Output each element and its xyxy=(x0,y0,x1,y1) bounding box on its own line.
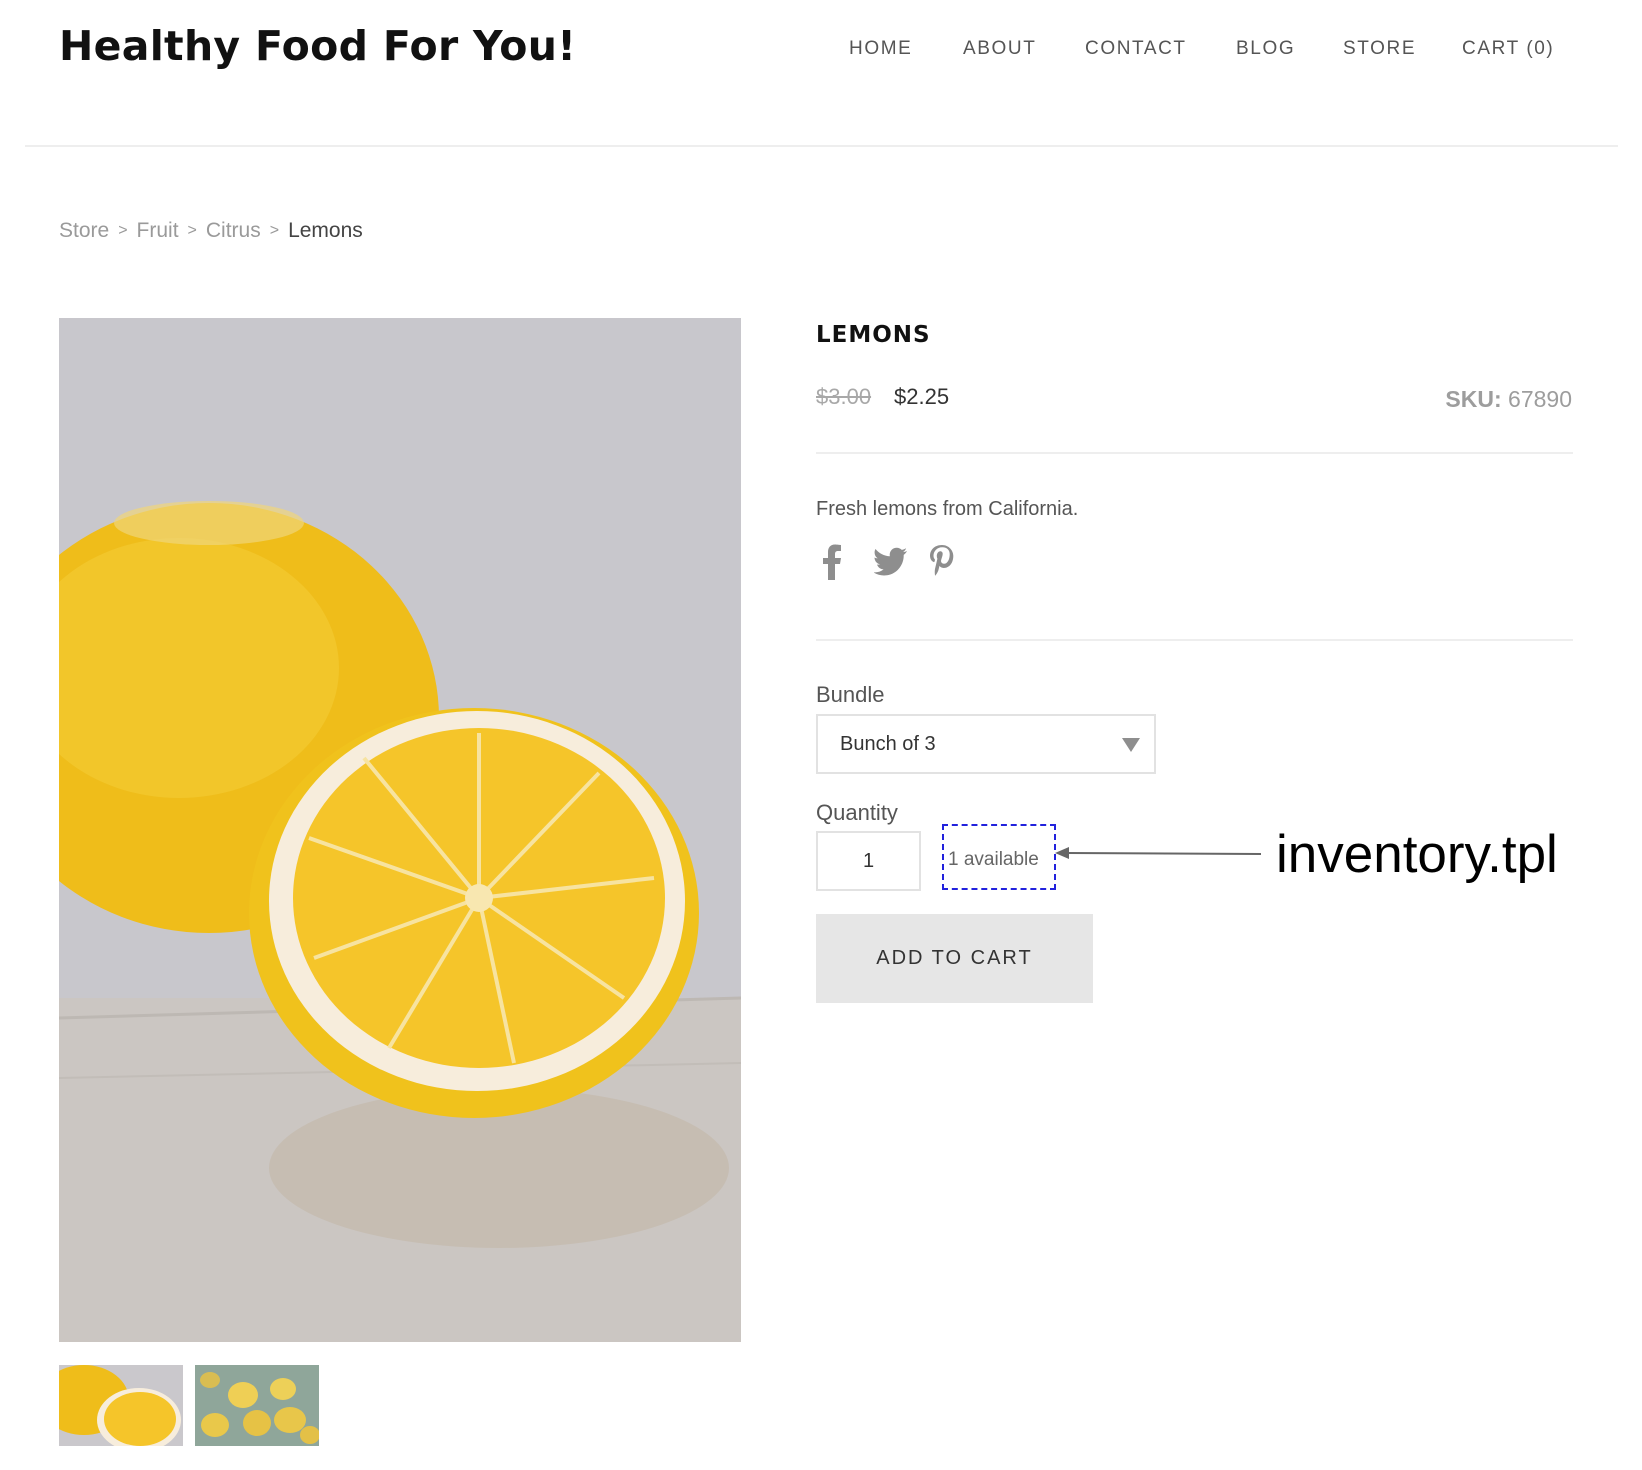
sku-value: 67890 xyxy=(1508,386,1572,412)
nav-store-link[interactable]: STORE xyxy=(1343,38,1416,60)
breadcrumb-fruit-link[interactable]: Fruit xyxy=(137,219,179,242)
product-title: LEMONS xyxy=(816,322,931,348)
breadcrumb: Store > Fruit > Citrus > Lemons xyxy=(59,219,363,243)
nav-blog-link[interactable]: BLOG xyxy=(1236,38,1295,60)
header-divider xyxy=(25,145,1618,147)
bundle-select[interactable]: Bunch of 3 xyxy=(816,714,1156,774)
chevron-down-icon xyxy=(1122,738,1140,757)
sku: SKU: 67890 xyxy=(1445,386,1572,413)
product-thumbnail-lemons[interactable] xyxy=(59,1365,183,1446)
sale-price: $2.25 xyxy=(894,384,950,409)
product-description: Fresh lemons from California. xyxy=(816,498,1079,520)
pinterest-icon[interactable] xyxy=(928,544,956,587)
nav-cart-link[interactable]: CART (0) xyxy=(1462,38,1554,60)
nav-home-link[interactable]: HOME xyxy=(849,38,912,60)
site-title[interactable]: Healthy Food For You! xyxy=(59,22,576,70)
lemons-thumbnail-illustration xyxy=(59,1365,183,1446)
breadcrumb-current: Lemons xyxy=(288,219,363,242)
add-to-cart-button[interactable]: ADD TO CART xyxy=(816,914,1093,1003)
breadcrumb-separator: > xyxy=(187,222,197,239)
product-main-image[interactable] xyxy=(59,318,741,1342)
nav-contact-link[interactable]: CONTACT xyxy=(1085,38,1187,60)
annotation-label: inventory.tpl xyxy=(1276,825,1558,884)
quantity-input[interactable] xyxy=(816,831,921,891)
annotation-arrow-icon xyxy=(1055,847,1262,859)
sku-label: SKU: xyxy=(1445,386,1502,412)
product-thumbnail-lemon-tree[interactable] xyxy=(195,1365,319,1446)
lemons-photo-illustration xyxy=(59,318,741,1342)
price-divider xyxy=(816,452,1573,454)
breadcrumb-separator: > xyxy=(269,222,280,239)
breadcrumb-citrus-link[interactable]: Citrus xyxy=(206,219,261,242)
facebook-icon[interactable] xyxy=(822,544,842,585)
breadcrumb-separator: > xyxy=(118,222,128,239)
breadcrumb-store-link[interactable]: Store xyxy=(59,219,109,242)
bundle-label: Bundle xyxy=(816,682,885,707)
inventory-available: 1 available xyxy=(948,849,1039,870)
quantity-label: Quantity xyxy=(816,800,898,825)
lemon-tree-thumbnail-illustration xyxy=(195,1365,319,1446)
nav-about-link[interactable]: ABOUT xyxy=(963,38,1036,60)
twitter-icon[interactable] xyxy=(873,547,908,582)
original-price: $3.00 xyxy=(816,384,872,409)
bundle-selected-value: Bunch of 3 xyxy=(840,733,936,755)
share-divider xyxy=(816,639,1573,641)
